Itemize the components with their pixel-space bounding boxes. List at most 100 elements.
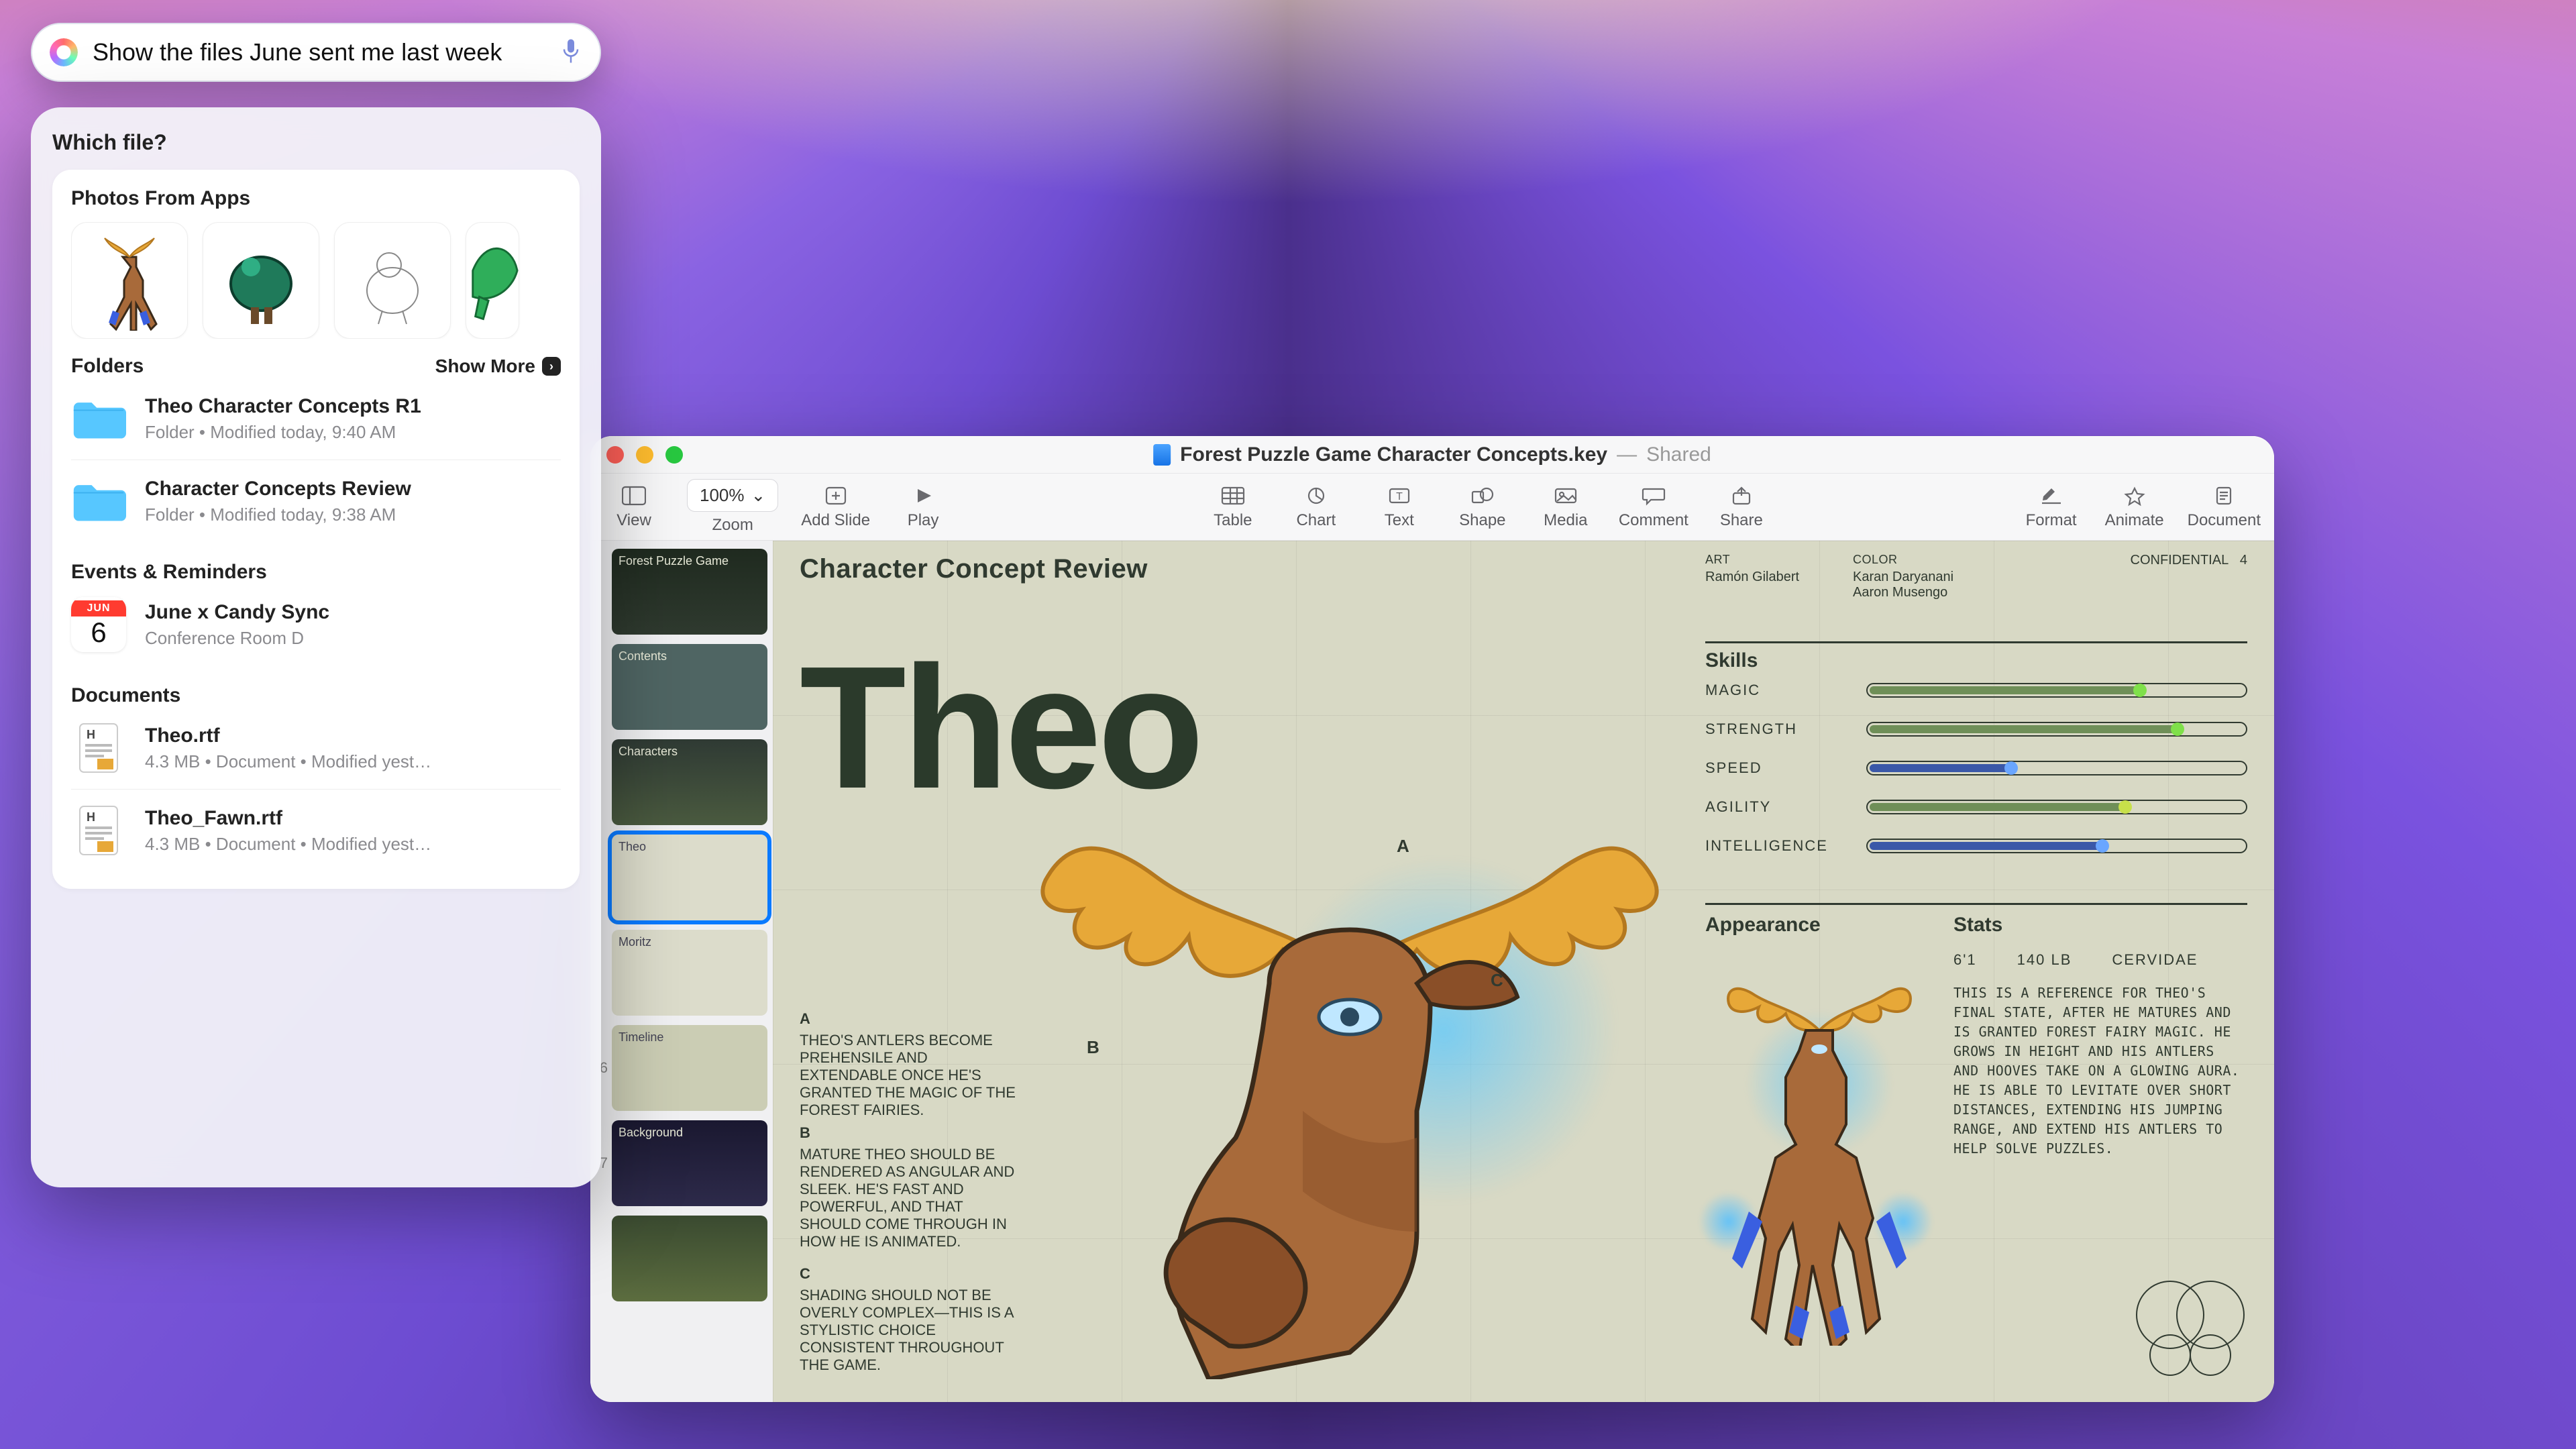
table-button[interactable]: Table xyxy=(1203,484,1263,530)
folder-item-2[interactable]: Character Concepts Review Folder • Modif… xyxy=(71,460,561,542)
keynote-toolbar: View 100% ⌄ Zoom Add Slide Play Table Ch… xyxy=(590,474,2274,541)
document-item-2[interactable]: H Theo_Fawn.rtf 4.3 MB • Document • Modi… xyxy=(71,789,561,871)
skill-bar xyxy=(1866,800,2247,814)
slide-thumb-8[interactable] xyxy=(590,1216,767,1301)
chart-label: Chart xyxy=(1296,511,1336,530)
shape-button[interactable]: Shape xyxy=(1452,484,1513,530)
stats-heading: Stats xyxy=(1953,914,2002,936)
event-item[interactable]: JUN 6 June x Candy Sync Conference Room … xyxy=(71,584,561,665)
add-slide-button[interactable]: Add Slide xyxy=(801,484,870,530)
search-input[interactable] xyxy=(93,38,545,66)
text-label: Text xyxy=(1385,511,1414,530)
chevron-right-icon: › xyxy=(542,357,561,376)
skills-heading: Skills xyxy=(1705,649,1758,672)
format-button[interactable]: Format xyxy=(2021,484,2082,530)
mark-c: C xyxy=(1491,970,1503,991)
slide-thumb-4[interactable]: Theo xyxy=(590,835,767,920)
slide-thumb-6[interactable]: 6Timeline xyxy=(590,1025,767,1111)
slide-thumb-1[interactable]: Forest Puzzle Game xyxy=(590,549,767,635)
svg-text:T: T xyxy=(1396,491,1403,502)
stats-line: 6'1 140 LB CERVIDAE xyxy=(1953,951,2198,969)
zoom-pill[interactable]: 100% ⌄ xyxy=(687,479,778,512)
skill-name: STRENGTH xyxy=(1705,720,1846,738)
microphone-icon[interactable] xyxy=(559,38,582,68)
mark-b: B xyxy=(1087,1037,1099,1058)
folder-item-1[interactable]: Theo Character Concepts R1 Folder • Modi… xyxy=(71,378,561,460)
meta-color: COLOR Karan Daryanani Aaron Musengo xyxy=(1853,553,2027,600)
photos-section-title: Photos From Apps xyxy=(71,187,561,210)
animate-label: Animate xyxy=(2105,511,2164,530)
play-icon xyxy=(910,484,936,507)
play-button[interactable]: Play xyxy=(893,484,953,530)
zoom-control[interactable]: 100% ⌄ Zoom xyxy=(687,479,778,535)
slide-thumb-2[interactable]: Contents xyxy=(590,644,767,730)
doc-sub: 4.3 MB • Document • Modified yest… xyxy=(145,751,431,772)
doc-title: Theo.rtf xyxy=(145,724,431,747)
appearance-heading: Appearance xyxy=(1705,914,1821,936)
event-title: June x Candy Sync xyxy=(145,601,329,624)
slide-canvas[interactable]: Character Concept Review ART Ramón Gilab… xyxy=(773,541,2274,1402)
document-item-1[interactable]: H Theo.rtf 4.3 MB • Document • Modified … xyxy=(71,707,561,789)
spotlight-prompt: Which file? xyxy=(52,130,580,155)
view-label: View xyxy=(616,511,651,530)
skill-name: SPEED xyxy=(1705,759,1846,777)
text-button[interactable]: T Text xyxy=(1369,484,1430,530)
theo-main-illustration xyxy=(987,762,1685,1379)
view-icon xyxy=(621,484,647,507)
photo-thumb-2[interactable] xyxy=(203,222,319,339)
folder-title: Character Concepts Review xyxy=(145,478,411,500)
doc-sub: 4.3 MB • Document • Modified yest… xyxy=(145,834,431,855)
animate-icon xyxy=(2121,484,2148,507)
share-icon xyxy=(1728,484,1755,507)
minimize-window-button[interactable] xyxy=(636,446,653,464)
skill-row-speed: SPEED xyxy=(1705,759,2247,777)
folder-icon xyxy=(71,391,126,446)
documents-section-title: Documents xyxy=(71,684,561,707)
chart-icon xyxy=(1303,484,1330,507)
skill-name: MAGIC xyxy=(1705,682,1846,699)
show-more-button[interactable]: Show More › xyxy=(435,356,561,377)
folders-section-title: Folders xyxy=(71,355,144,378)
chart-button[interactable]: Chart xyxy=(1286,484,1346,530)
divider-top xyxy=(1705,641,2247,643)
plus-icon xyxy=(822,484,849,507)
keynote-titlebar: Forest Puzzle Game Character Concepts.ke… xyxy=(590,436,2274,474)
divider-mid xyxy=(1705,903,2247,905)
spotlight-search-bar[interactable] xyxy=(31,23,601,82)
text-icon: T xyxy=(1386,484,1413,507)
keynote-window: Forest Puzzle Game Character Concepts.ke… xyxy=(590,436,2274,1402)
spotlight-card: Photos From Apps Folders Show More › xyxy=(52,170,580,889)
events-section-title: Events & Reminders xyxy=(71,561,561,584)
share-button[interactable]: Share xyxy=(1711,484,1772,530)
slide-thumb-3[interactable]: Characters xyxy=(590,739,767,825)
document-button[interactable]: Document xyxy=(2188,484,2261,530)
zoom-value: 100% xyxy=(700,485,745,506)
play-label: Play xyxy=(908,511,939,530)
view-button[interactable]: View xyxy=(604,484,664,530)
fullscreen-window-button[interactable] xyxy=(665,446,683,464)
format-icon xyxy=(2038,484,2065,507)
slide-thumb-5[interactable]: Moritz xyxy=(590,930,767,1016)
photos-row xyxy=(71,222,561,339)
slide-thumb-7[interactable]: 7Background xyxy=(590,1120,767,1206)
annot-c: C SHADING SHOULD NOT BE OVERLY COMPLEX—T… xyxy=(800,1265,1021,1374)
table-icon xyxy=(1220,484,1246,507)
media-button[interactable]: Media xyxy=(1536,484,1596,530)
meta-art: ART Ramón Gilabert xyxy=(1705,553,1826,585)
photo-thumb-1[interactable] xyxy=(71,222,188,339)
shared-label: Shared xyxy=(1646,443,1711,466)
comment-button[interactable]: Comment xyxy=(1619,484,1688,530)
doc-title: Theo_Fawn.rtf xyxy=(145,807,431,830)
slide-heading: Character Concept Review xyxy=(800,554,1148,584)
table-label: Table xyxy=(1214,511,1252,530)
photo-thumb-3[interactable] xyxy=(334,222,451,339)
slide-navigator[interactable]: Forest Puzzle Game Contents Characters T… xyxy=(590,541,773,1402)
photo-thumb-4[interactable] xyxy=(466,222,519,339)
svg-text:H: H xyxy=(87,810,95,824)
event-sub: Conference Room D xyxy=(145,628,329,649)
animate-button[interactable]: Animate xyxy=(2104,484,2165,530)
siri-icon xyxy=(50,38,78,66)
skill-name: AGILITY xyxy=(1705,798,1846,816)
close-window-button[interactable] xyxy=(606,446,624,464)
folder-sub: Folder • Modified today, 9:38 AM xyxy=(145,504,411,525)
